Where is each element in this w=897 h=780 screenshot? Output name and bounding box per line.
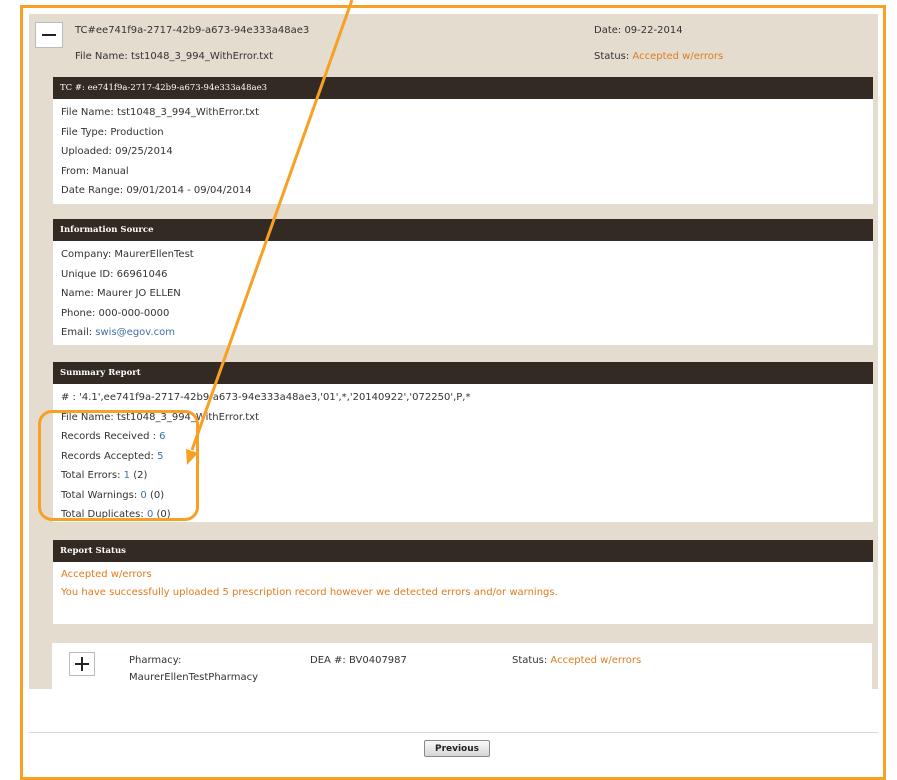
pharmacy-dea: DEA #: BV0407987 bbox=[310, 655, 407, 666]
report-status-message: You have successfully uploaded 5 prescri… bbox=[61, 587, 558, 598]
pharmacy-status: Status: Accepted w/errors bbox=[512, 655, 641, 666]
pharmacy-status-label: Status: bbox=[512, 655, 551, 666]
summary-record-line: # : '4.1',ee741f9a-2717-42b9-a673-94e333… bbox=[61, 392, 471, 403]
header-file-name: File Name: tst1048_3_994_WithError.txt bbox=[75, 51, 274, 62]
pharmacy-label: Pharmacy: bbox=[129, 655, 182, 666]
info-phone: Phone: 000-000-0000 bbox=[61, 307, 170, 319]
header-status-label: Status: bbox=[594, 51, 633, 62]
tc-date-range: Date Range: 09/01/2014 - 09/04/2014 bbox=[61, 185, 252, 196]
tc-from: From: Manual bbox=[61, 165, 129, 177]
email-link[interactable]: swis@egov.com bbox=[95, 327, 175, 338]
header-status-value: Accepted w/errors bbox=[632, 51, 724, 62]
info-name: Name: Maurer JO ELLEN bbox=[61, 288, 181, 299]
expand-button[interactable] bbox=[69, 652, 95, 676]
callout-highlight bbox=[38, 410, 199, 521]
tc-uploaded: Uploaded: 09/25/2014 bbox=[61, 146, 173, 157]
header-status: Status: Accepted w/errors bbox=[594, 51, 723, 62]
tc-file-name: File Name: tst1048_3_994_WithError.txt bbox=[61, 107, 260, 118]
previous-button[interactable]: Previous bbox=[424, 740, 490, 757]
info-company: Company: MaurerEllenTest bbox=[61, 249, 194, 260]
info-source-header: Information Source bbox=[53, 219, 873, 241]
pharmacy-name: MaurerEllenTestPharmacy bbox=[129, 672, 259, 683]
tc-section-header: TC #: ee741f9a-2717-42b9-a673-94e333a48a… bbox=[53, 77, 873, 99]
info-source-section: Information Source Company: MaurerEllenT… bbox=[53, 219, 873, 345]
info-unique-id: Unique ID: 66961046 bbox=[61, 268, 168, 280]
header-date: Date: 09-22-2014 bbox=[594, 25, 683, 36]
tc-section: TC #: ee741f9a-2717-42b9-a673-94e333a48a… bbox=[53, 77, 873, 204]
report-status-header: Report Status bbox=[53, 540, 873, 562]
report-status-value: Accepted w/errors bbox=[61, 569, 152, 580]
info-email-label: Email: bbox=[61, 327, 96, 338]
footer-divider bbox=[29, 732, 878, 733]
pharmacy-status-value: Accepted w/errors bbox=[550, 655, 642, 666]
collapse-button[interactable] bbox=[35, 22, 63, 48]
summary-header: Summary Report bbox=[53, 362, 873, 384]
report-status-section: Report Status Accepted w/errors You have… bbox=[53, 540, 873, 624]
tc-id: TC#ee741f9a-2717-42b9-a673-94e333a48ae3 bbox=[75, 25, 310, 36]
info-email: Email: swis@egov.com bbox=[61, 323, 873, 343]
tc-file-type: File Type: Production bbox=[61, 126, 164, 138]
